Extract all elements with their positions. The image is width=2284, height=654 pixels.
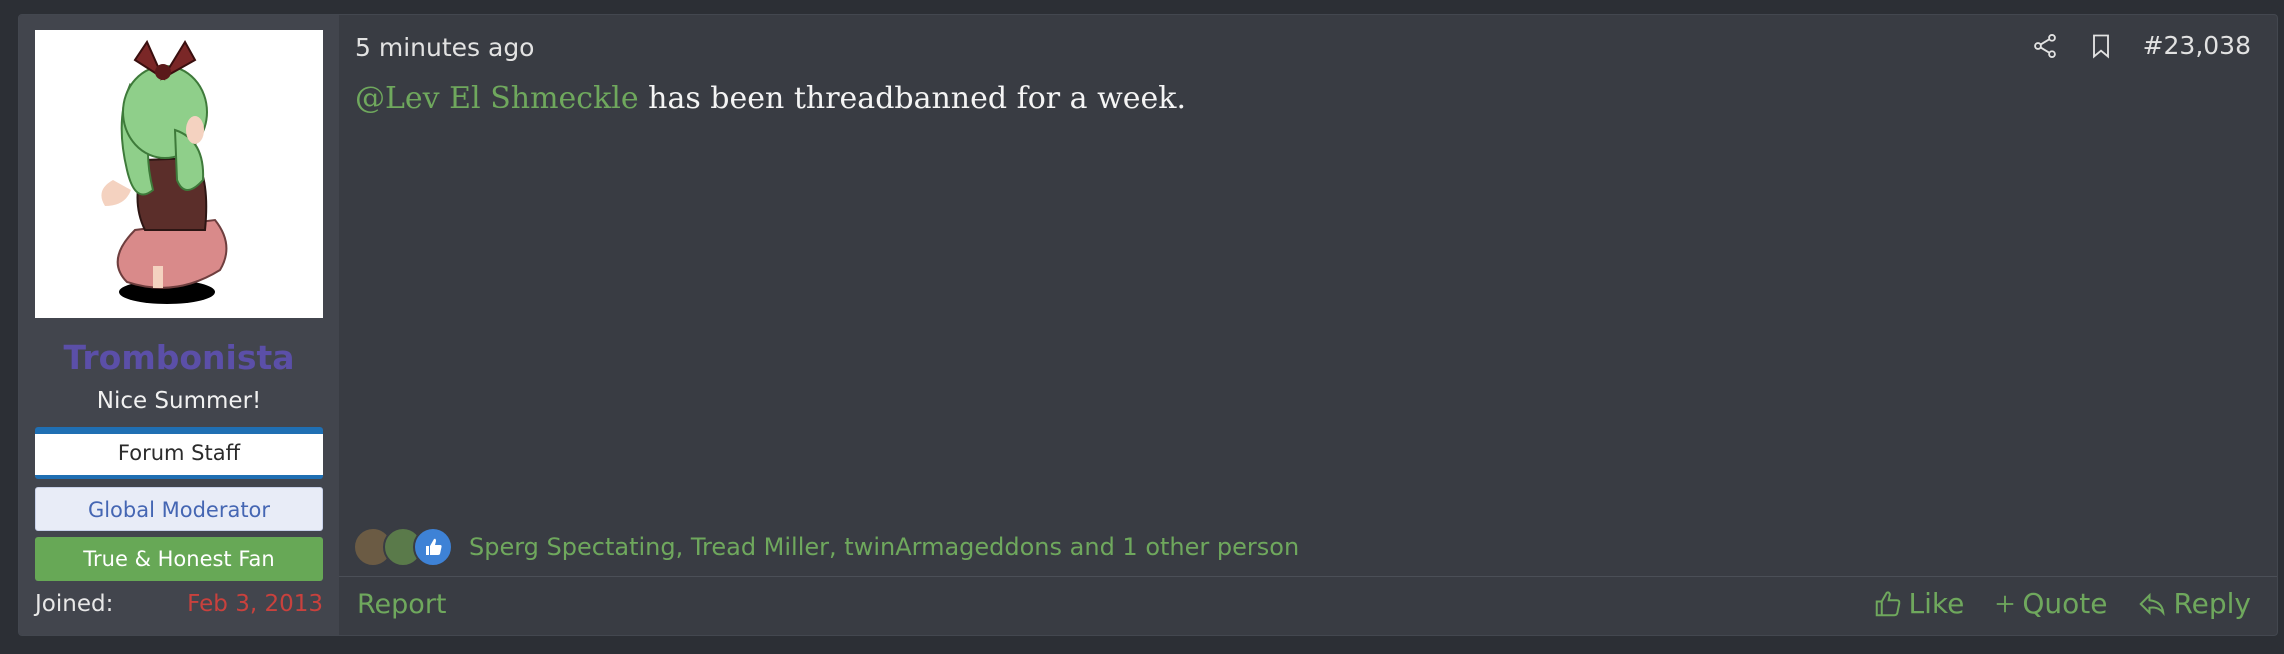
user-mention-link[interactable]: @Lev El Shmeckle xyxy=(355,81,639,116)
joined-row: Joined: Feb 3, 2013 xyxy=(35,591,323,617)
thumbs-up-icon xyxy=(1875,590,1900,616)
share-icon[interactable] xyxy=(2031,32,2059,60)
user-title: Nice Summer! xyxy=(96,388,262,414)
reaction-users-link[interactable]: Sperg Spectating, Tread Miller, twinArma… xyxy=(469,533,1299,561)
post-timestamp[interactable]: 5 minutes ago xyxy=(355,33,534,62)
quote-button[interactable]: Quote xyxy=(1994,587,2107,620)
avatar-image xyxy=(101,39,228,304)
post-content: @Lev El Shmeckle has been threadbanned f… xyxy=(355,81,1186,116)
joined-date: Feb 3, 2013 xyxy=(187,591,323,617)
user-panel: Trombonista Nice Summer! Forum Staff Glo… xyxy=(19,15,339,635)
plus-icon xyxy=(1997,595,2014,612)
like-reaction-icon xyxy=(413,527,453,567)
reply-label: Reply xyxy=(2173,587,2251,620)
banner-global-moderator: Global Moderator xyxy=(35,487,323,531)
report-link[interactable]: Report xyxy=(357,589,447,620)
reply-button[interactable]: Reply xyxy=(2137,587,2251,620)
reactions-bar[interactable]: Sperg Spectating, Tread Miller, twinArma… xyxy=(353,527,1299,567)
post-container: Trombonista Nice Summer! Forum Staff Glo… xyxy=(18,14,2278,636)
avatar[interactable] xyxy=(35,30,323,318)
quote-label: Quote xyxy=(2022,587,2108,620)
like-label: Like xyxy=(1908,587,1965,620)
like-button[interactable]: Like xyxy=(1873,587,1965,620)
banner-true-honest-fan: True & Honest Fan xyxy=(35,537,323,581)
bookmark-icon[interactable] xyxy=(2087,32,2115,60)
post-body-text: has been threadbanned for a week. xyxy=(638,81,1186,116)
username-link[interactable]: Trombonista xyxy=(19,338,339,377)
post-number[interactable]: #23,038 xyxy=(2143,31,2251,60)
banner-forum-staff: Forum Staff xyxy=(35,427,323,479)
post-footer: Report Like Quote Reply xyxy=(339,576,2277,635)
reply-icon xyxy=(2139,592,2166,616)
post-attributes: #23,038 xyxy=(2031,31,2251,60)
post-actions: Like Quote Reply xyxy=(1873,587,2251,620)
joined-label: Joined: xyxy=(35,591,114,617)
post-main: 5 minutes ago #23,038 @Lev El Shmeckle h… xyxy=(339,15,2277,635)
